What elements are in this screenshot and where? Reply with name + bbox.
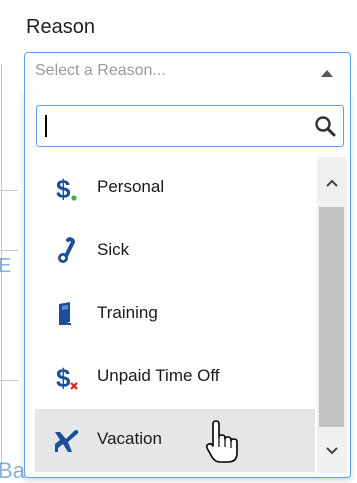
- thermometer-icon: [58, 237, 76, 263]
- chevron-up-icon: [321, 70, 333, 77]
- option-unpaid-time-off[interactable]: $ Unpaid Time Off: [35, 346, 315, 409]
- chevron-up-icon[interactable]: [317, 171, 347, 195]
- option-label: Sick: [97, 240, 130, 259]
- background-divider: [0, 380, 18, 381]
- book-icon: [59, 302, 71, 325]
- reason-select-screen: E Balance Detail Reason Select a Reason.…: [0, 0, 357, 483]
- text-caret: [45, 115, 47, 137]
- dropdown-scrollbar[interactable]: [317, 157, 347, 473]
- reason-select[interactable]: Select a Reason...: [24, 52, 351, 92]
- background-divider: [0, 250, 18, 251]
- background-divider: [0, 190, 18, 191]
- reason-options-list: $ Personal Sick Training $ Unpaid Time O…: [35, 157, 315, 473]
- reason-dropdown: $ Personal Sick Training $ Unpaid Time O…: [24, 91, 351, 478]
- dollar-dot-icon: $: [56, 174, 77, 202]
- scrollbar-thumb[interactable]: [319, 207, 344, 427]
- background-partial-text: E: [0, 255, 12, 277]
- option-training[interactable]: Training: [35, 283, 315, 346]
- dropdown-search-box[interactable]: [36, 105, 344, 147]
- reason-select-placeholder: Select a Reason...: [35, 62, 166, 79]
- option-label: Training: [97, 303, 158, 322]
- option-label: Unpaid Time Off: [97, 366, 220, 385]
- search-icon[interactable]: [313, 114, 337, 138]
- svg-text:$: $: [56, 174, 71, 202]
- option-vacation[interactable]: Vacation: [35, 409, 315, 472]
- option-label: Vacation: [97, 429, 162, 448]
- option-sick[interactable]: Sick: [35, 220, 315, 283]
- airplane-icon: [55, 430, 79, 452]
- svg-text:$: $: [56, 363, 71, 391]
- reason-label: Reason: [26, 16, 95, 38]
- dropdown-search-input[interactable]: [43, 112, 307, 142]
- chevron-down-icon[interactable]: [317, 439, 347, 463]
- dollar-x-icon: $: [56, 363, 78, 391]
- option-label: Personal: [97, 177, 165, 196]
- option-personal[interactable]: $ Personal: [35, 157, 315, 220]
